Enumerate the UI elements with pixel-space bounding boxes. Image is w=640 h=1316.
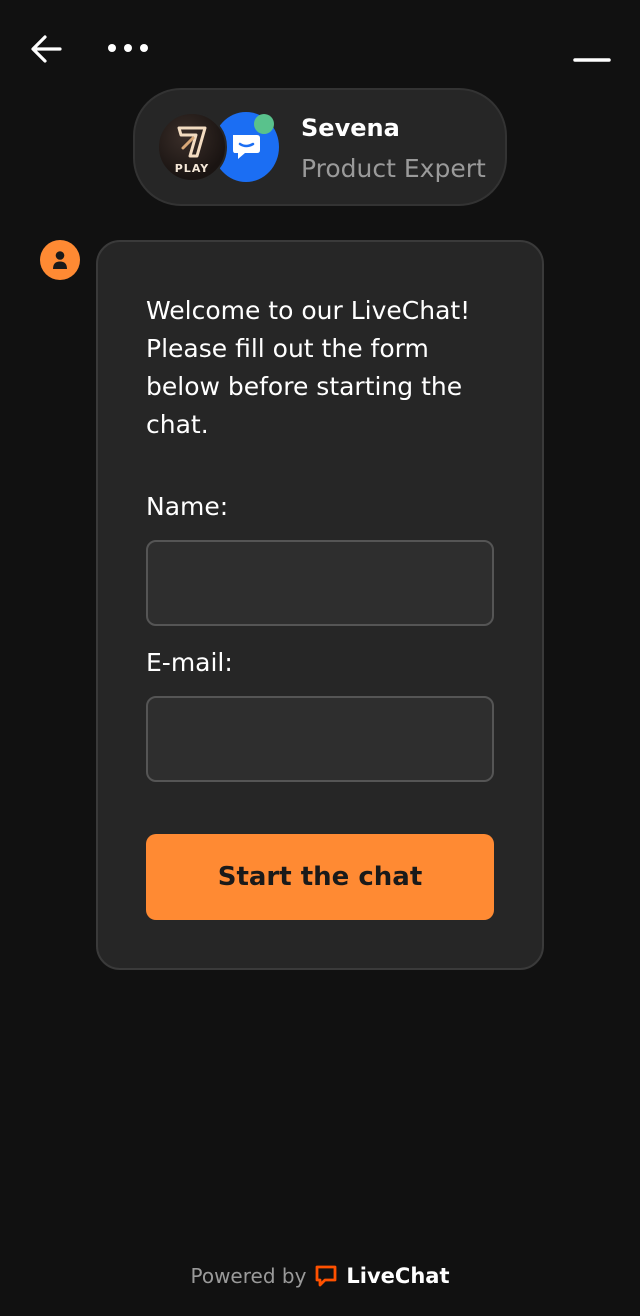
agent-role: Product Expert (301, 154, 486, 183)
welcome-message: Welcome to our LiveChat! Please fill out… (146, 296, 471, 439)
email-input[interactable] (146, 696, 494, 782)
start-chat-button[interactable]: Start the chat (146, 834, 494, 920)
email-label: E-mail: (146, 648, 233, 677)
minimize-button[interactable] (566, 40, 618, 80)
powered-by-footer[interactable]: Powered by LiveChat (0, 1264, 640, 1288)
more-options-button[interactable] (104, 30, 152, 66)
name-label: Name: (146, 492, 229, 521)
chat-bubble-icon (233, 135, 260, 159)
name-input[interactable] (146, 540, 494, 626)
company-logo-text: PLAY (174, 162, 210, 175)
livechat-brand-icon (316, 1265, 337, 1287)
more-horizontal-icon (108, 44, 148, 52)
arrow-left-icon (31, 35, 62, 63)
agent-header-card: PLAY Sevena Product Expert (133, 88, 507, 206)
minimize-icon (573, 58, 611, 62)
agent-avatar (40, 240, 80, 280)
livechat-brand: LiveChat (346, 1264, 450, 1288)
agent-name: Sevena (301, 114, 400, 142)
online-status-indicator (254, 114, 274, 134)
powered-by-text: Powered by (190, 1264, 307, 1288)
back-button[interactable] (24, 26, 70, 72)
user-icon (53, 251, 67, 269)
company-logo: PLAY (157, 112, 227, 182)
pre-chat-form-card: Welcome to our LiveChat! Please fill out… (96, 240, 544, 970)
